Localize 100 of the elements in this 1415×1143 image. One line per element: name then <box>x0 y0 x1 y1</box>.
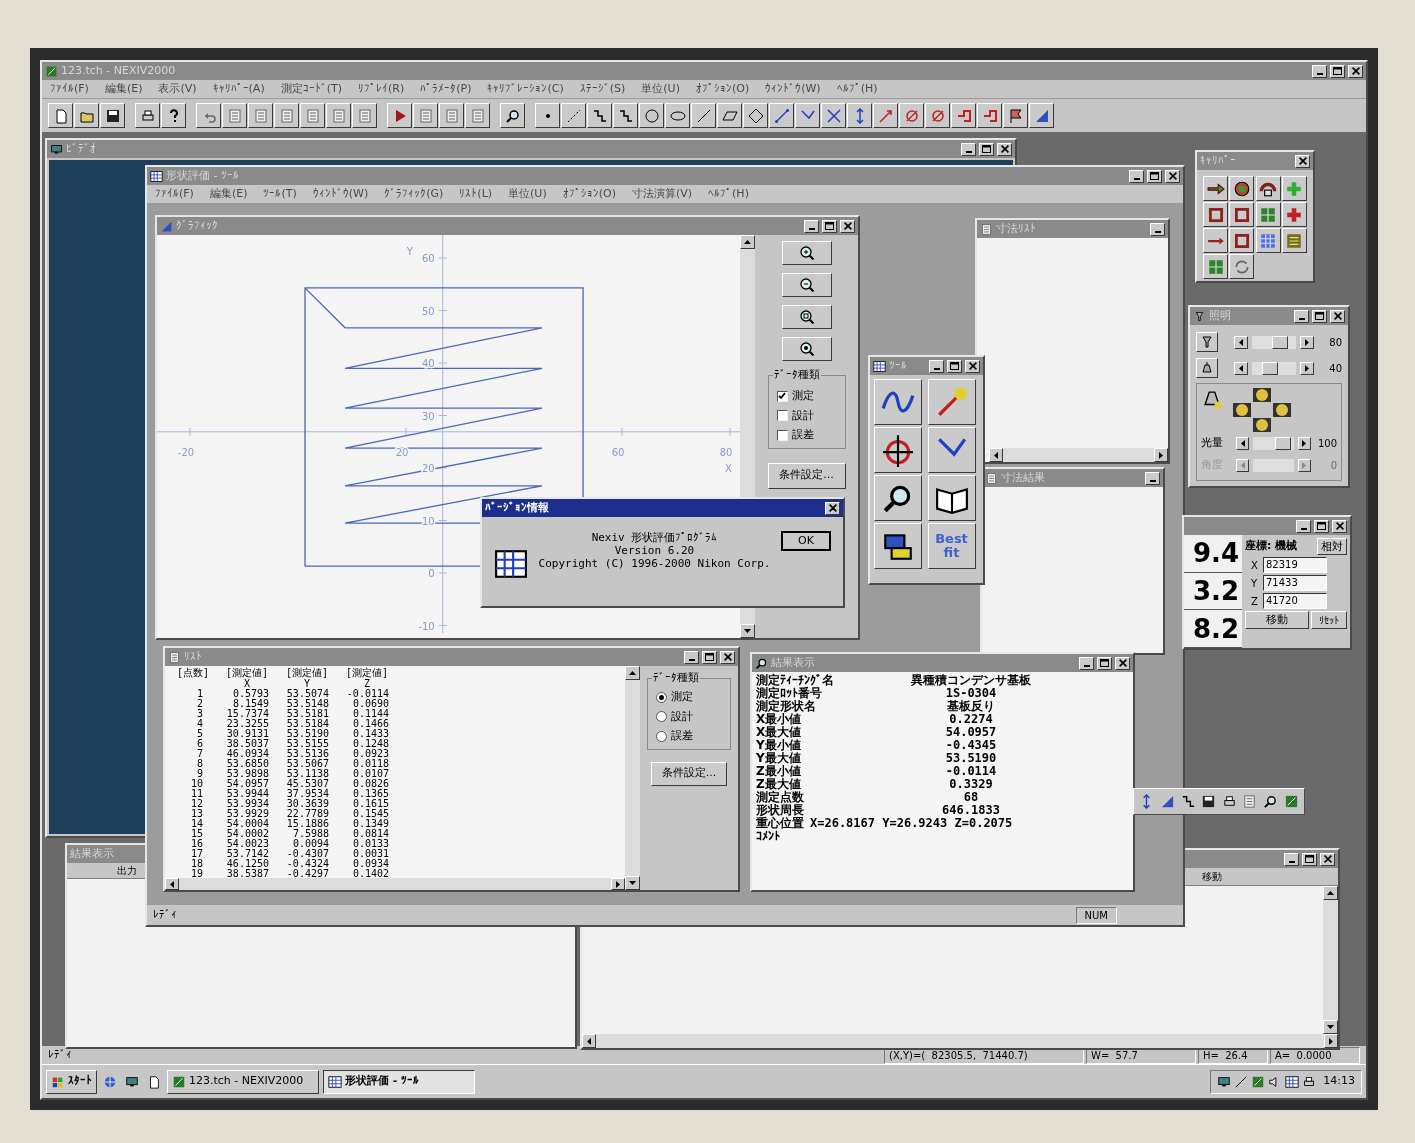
taskbar-button[interactable]: 123.tch - NEXIV2000 <box>167 1069 319 1094</box>
menu-item[interactable]: ｳｨﾝﾄﾞｳ(W) <box>765 80 821 98</box>
table-cell-text: 0.1433 <box>351 729 390 739</box>
menu-item[interactable]: ｵﾌﾟｼｮﾝ(O) <box>695 80 750 98</box>
menu-item[interactable]: 単位(U) <box>508 185 547 203</box>
table-cell-text: 0.0923 <box>351 749 390 759</box>
table-cell-text: -0.4324 <box>285 859 330 869</box>
y-axis-label: Y <box>406 246 413 257</box>
axis-tick-label: -10 <box>418 620 435 632</box>
table-cell-text: 53.5074 <box>285 689 330 699</box>
radio-label: 測定 <box>671 689 693 705</box>
menu-item[interactable]: ｽﾃｰｼﾞ(S) <box>579 80 626 98</box>
menu-item[interactable]: ｵﾌﾟｼｮﾝ(O) <box>562 185 616 203</box>
checkbox-label: 設計 <box>791 407 814 424</box>
table-cell-text: 37.9534 <box>285 789 330 799</box>
result-value: X=26.8167 Y=26.9243 Z=0.2075 <box>810 817 1013 830</box>
status-text: ﾚﾃﾞｨ <box>153 906 178 923</box>
coordinate-field[interactable]: 41720 <box>1263 593 1327 609</box>
slider-value: 0 <box>1329 458 1337 473</box>
column-header: 出力 <box>117 864 137 878</box>
menu-item[interactable]: 寸法演算(V) <box>631 185 693 203</box>
ok-button[interactable]: OK <box>781 531 831 551</box>
menu-item[interactable]: 編集(E) <box>209 185 248 203</box>
dialog-text: Copyright (C) 1996-2000 Nikon Corp. <box>538 557 771 570</box>
table-cell-text: 15.1886 <box>285 819 330 829</box>
menu-item[interactable]: ｸﾞﾗﾌｨｯｸ(G) <box>384 185 444 203</box>
result-label: Y最大値 <box>756 752 802 765</box>
table-cell-text: 22.7789 <box>285 809 330 819</box>
relative-button[interactable]: 相対 <box>1317 538 1347 555</box>
menu-item[interactable]: ｷｬﾘﾊﾟｰ(A) <box>212 80 265 98</box>
table-cell-text: 7.5988 <box>291 829 330 839</box>
menu-item[interactable]: 測定ｺｰﾄﾞ(T) <box>280 80 342 98</box>
table-cell-text: 17 <box>189 849 204 859</box>
status-text: ﾚﾃﾞｨ <box>48 1046 73 1063</box>
result-label: 測定形状名 <box>756 700 816 713</box>
column-header: [測定値] X <box>224 667 269 689</box>
field-label: Z <box>1251 594 1259 609</box>
axis-tick-label: 50 <box>422 305 435 317</box>
menu-item[interactable]: ﾘｽﾄ(L) <box>459 185 493 203</box>
table-cell-text: -0.4297 <box>285 869 330 878</box>
result-value: 646.1833 <box>941 804 1001 817</box>
table-cell-text: 19 <box>189 869 204 878</box>
table-cell-text: 8.1549 <box>231 699 270 709</box>
table-cell-text: 53.5155 <box>285 739 330 749</box>
axis-tick-label: -20 <box>177 446 195 458</box>
move-button[interactable]: 移動 <box>1245 611 1309 629</box>
menu-item[interactable]: ﾍﾙﾌﾟ(H) <box>708 185 749 203</box>
settings-button[interactable]: 条件設定... <box>767 462 846 489</box>
table-cell-text: 54.0002 <box>225 829 270 839</box>
menu-item[interactable]: ﾌｧｲﾙ(F) <box>50 80 89 98</box>
table-cell-text: 0.5793 <box>231 689 270 699</box>
menu-item[interactable]: ﾊﾟﾗﾒｰﾀ(P) <box>420 80 472 98</box>
dialog-text: Version 6.20 <box>614 544 695 557</box>
coordinate-field[interactable]: 82319 <box>1263 557 1327 573</box>
table-cell-text: 30.3639 <box>285 799 330 809</box>
status-indicator: NUM <box>1075 906 1117 924</box>
coordinate-readout: 9.4 <box>1184 535 1242 573</box>
menu-item[interactable]: ﾌｧｲﾙ(F) <box>155 185 194 203</box>
axis-tick-label: 80 <box>719 446 733 458</box>
start-button[interactable]: ｽﾀｰﾄ <box>46 1069 97 1094</box>
axis-tick-label: 30 <box>422 410 435 422</box>
table-cell-text: 8 <box>195 759 204 769</box>
result-label: 重心位置 <box>756 817 804 830</box>
table-cell-text: 53.5181 <box>285 709 330 719</box>
coordinate-field[interactable]: 71433 <box>1263 575 1327 591</box>
result-value: 0.3329 <box>948 778 994 791</box>
field-label: X <box>1251 558 1259 573</box>
table-cell-text: 45.5307 <box>285 779 330 789</box>
axis-tick-label: 40 <box>422 358 435 369</box>
x-axis-label: X <box>725 462 732 474</box>
axis-tick-label: 60 <box>422 253 435 264</box>
reset-button[interactable]: ﾘｾｯﾄ <box>1311 611 1347 629</box>
menu-item[interactable]: ﾍﾙﾌﾟ(H) <box>836 80 878 98</box>
window-title: 形状評価 - ﾂｰﾙ <box>166 169 239 183</box>
settings-button[interactable]: 条件設定... <box>651 761 727 786</box>
table-cell-text: 23.3255 <box>225 719 270 729</box>
menu-item[interactable]: 編集(E) <box>104 80 143 98</box>
result-label: Y最小値 <box>756 739 802 752</box>
best-fit-button[interactable]: Best fit <box>927 523 976 569</box>
result-value: 異種積コンデンサ基板 <box>910 674 1032 687</box>
menu-item[interactable]: 単位(U) <box>641 80 680 98</box>
table-cell-text: 13 <box>189 809 204 819</box>
menu-item[interactable]: 表示(V) <box>158 80 197 98</box>
coordinate-readout: 3.2 <box>1184 572 1242 611</box>
table-cell-text: 15.7374 <box>225 709 270 719</box>
column-header: [測定値] Y <box>284 667 329 689</box>
result-label: 測定ﾛｯﾄ番号 <box>756 687 822 700</box>
table-cell-text: 53.5067 <box>285 759 330 769</box>
menu-item[interactable]: ｷｬﾘﾌﾞﾚｰｼｮﾝ(C) <box>487 80 564 98</box>
table-cell-text: 0.1365 <box>351 789 390 799</box>
menu-item[interactable]: ﾂｰﾙ(T) <box>263 185 297 203</box>
taskbar-button[interactable]: 形状評価 - ﾂｰﾙ <box>323 1069 475 1094</box>
result-label: Z最大値 <box>756 778 802 791</box>
table-cell-text: 53.9898 <box>225 769 270 779</box>
menu-item[interactable]: ﾘﾌﾟﾚｲ(R) <box>358 80 405 98</box>
table-cell-text: 12 <box>189 799 204 809</box>
table-cell-text: 16 <box>189 839 204 849</box>
result-label: 測定点数 <box>756 791 805 804</box>
menu-item[interactable]: ｳｨﾝﾄﾞｳ(W) <box>312 185 369 203</box>
table-cell-text: 46.0934 <box>225 749 270 759</box>
